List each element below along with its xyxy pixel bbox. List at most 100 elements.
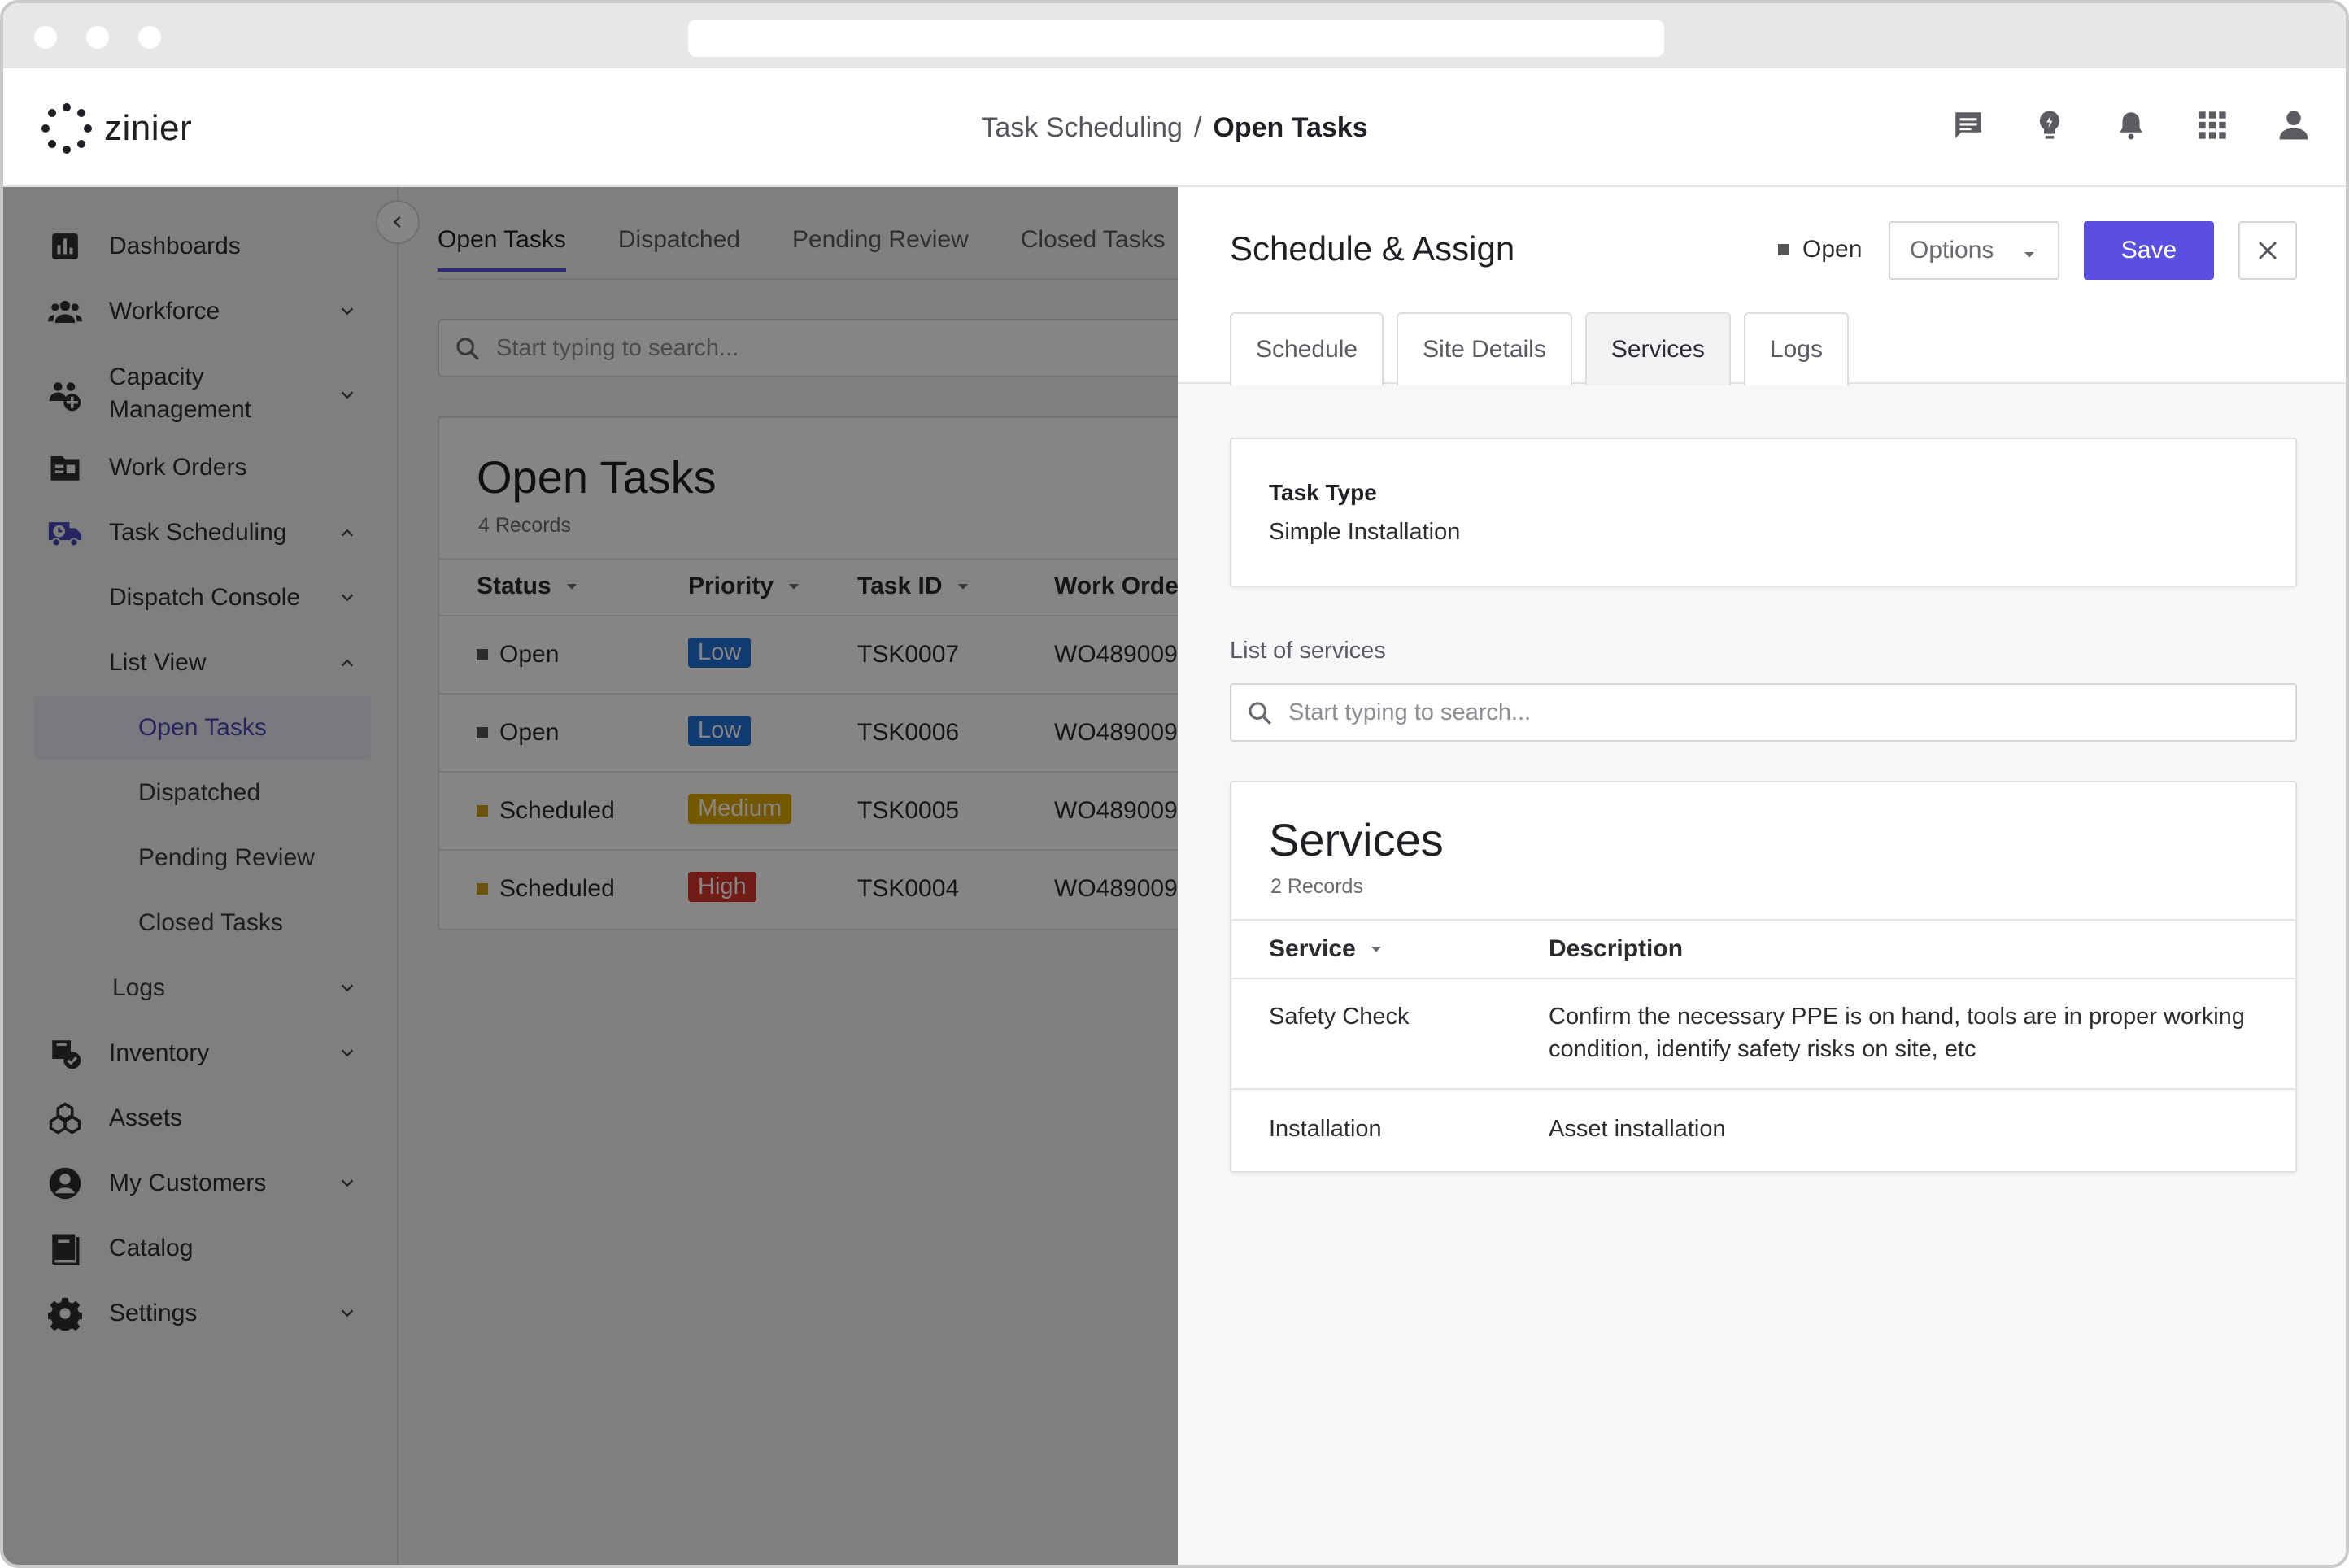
services-table: Services 2 Records Service Description S… (1230, 781, 2297, 1173)
table-row[interactable]: Installation Asset installation (1231, 1090, 2295, 1173)
task-id-cell: TSK0007 (857, 641, 960, 668)
sidebar-item-dispatch-console[interactable]: Dispatch Console (3, 569, 399, 626)
chevron-down-icon (335, 1171, 360, 1196)
sort-caret-icon (1371, 947, 1381, 952)
sidebar-item-label: Task Scheduling (109, 519, 287, 546)
sidebar-item-settings[interactable]: Settings (3, 1285, 399, 1342)
window-minimize-dot[interactable] (86, 26, 109, 49)
main-content: Open Tasks Dispatched Pending Review Clo… (399, 187, 1202, 1565)
task-type-value: Simple Installation (1269, 519, 1461, 545)
book-icon (47, 1230, 83, 1266)
tab-schedule[interactable]: Schedule (1230, 312, 1384, 385)
status-text: Scheduled (499, 875, 615, 902)
search-placeholder: Start typing to search... (496, 335, 739, 361)
chevron-up-icon (335, 651, 360, 675)
column-label: Priority (688, 573, 774, 599)
column-header-description[interactable]: Description (1549, 935, 1683, 963)
sidebar-item-label: Logs (112, 974, 166, 1001)
tab-closed-tasks[interactable]: Closed Tasks (1021, 226, 1166, 272)
task-id-cell: TSK0005 (857, 797, 960, 824)
tab-dispatched[interactable]: Dispatched (618, 226, 740, 272)
apps-grid-icon[interactable] (2193, 106, 2232, 145)
status-text: Open (499, 641, 560, 668)
close-button[interactable] (2238, 221, 2297, 280)
chevron-down-icon (335, 1041, 360, 1065)
column-label: Description (1549, 935, 1684, 962)
column-label: Task ID (857, 573, 943, 599)
task-id-cell: TSK0004 (857, 875, 960, 902)
sidebar-item-assets[interactable]: Assets (3, 1090, 399, 1147)
priority-cell: Medium (688, 794, 792, 824)
tab-services[interactable]: Services (1584, 312, 1731, 385)
lightbulb-icon[interactable] (2030, 106, 2069, 145)
work-order-cell: WO4890092 (1054, 797, 1192, 824)
user-avatar-icon[interactable] (2274, 106, 2313, 145)
tab-open-tasks[interactable]: Open Tasks (438, 226, 566, 272)
tab-pending-review[interactable]: Pending Review (792, 226, 969, 272)
bell-icon[interactable] (2111, 106, 2151, 145)
sidebar-item-workforce[interactable]: Workforce (3, 283, 399, 340)
sidebar-item-label: Workforce (109, 298, 220, 324)
sidebar-collapse-button[interactable] (376, 200, 420, 244)
sidebar-item-dashboards[interactable]: Dashboards (3, 218, 399, 275)
table-row[interactable]: Open Low TSK0007 WO4890094 (439, 616, 1201, 695)
sidebar-item-catalog[interactable]: Catalog (3, 1220, 399, 1277)
column-header-status[interactable]: Status (477, 573, 579, 600)
sidebar: Dashboards Workforce Capacity Management… (3, 187, 399, 1565)
column-header-priority[interactable]: Priority (688, 573, 801, 600)
breadcrumb-item-task-scheduling[interactable]: Task Scheduling (981, 112, 1183, 143)
table-row[interactable]: Scheduled Medium TSK0005 WO4890092 (439, 773, 1201, 851)
column-header-service[interactable]: Service (1269, 935, 1384, 963)
sidebar-item-label: Pending Review (138, 844, 315, 871)
header-actions (1949, 106, 2313, 145)
sidebar-item-work-orders[interactable]: Work Orders (3, 439, 399, 496)
sidebar-item-list-view[interactable]: List View (3, 634, 399, 691)
column-header-work-order[interactable]: Work Orde (1054, 573, 1179, 600)
window-close-dot[interactable] (34, 26, 57, 49)
save-button[interactable]: Save (2084, 221, 2214, 280)
table-row[interactable]: Open Low TSK0006 WO4890093 (439, 695, 1201, 773)
sidebar-item-label: Dispatched (138, 779, 261, 806)
services-search-input[interactable]: Start typing to search... (1230, 683, 2297, 742)
sidebar-item-inventory[interactable]: Inventory (3, 1025, 399, 1082)
sidebar-item-dispatched[interactable]: Dispatched (3, 764, 399, 821)
search-icon (456, 338, 479, 360)
sidebar-item-pending-review[interactable]: Pending Review (3, 830, 399, 886)
gear-icon (47, 1296, 83, 1331)
priority-badge: Low (688, 716, 752, 746)
sidebar-item-label: Assets (109, 1104, 183, 1131)
status-text: Open (1802, 236, 1863, 263)
sidebar-item-label: Inventory (109, 1039, 210, 1066)
tabs-divider (438, 278, 1179, 280)
table-row[interactable]: Safety Check Confirm the necessary PPE i… (1231, 979, 2295, 1090)
search-input[interactable]: Start typing to search... (438, 319, 1202, 377)
table-row[interactable]: Scheduled High TSK0004 WO4890091 (439, 851, 1201, 929)
sidebar-item-capacity-management[interactable]: Capacity Management (3, 359, 399, 431)
service-cell: Safety Check (1269, 1004, 1410, 1030)
url-bar[interactable] (688, 20, 1664, 57)
app-window: zinier Task Scheduling / Open Tasks Dash… (0, 0, 2349, 1568)
task-type-label: Task Type (1269, 480, 1377, 505)
chat-icon[interactable] (1949, 106, 1988, 145)
priority-cell: Low (688, 716, 752, 746)
chevron-down-icon (335, 383, 360, 407)
breadcrumb-separator: / (1193, 112, 1202, 143)
tab-logs[interactable]: Logs (1743, 312, 1849, 385)
sidebar-item-task-scheduling[interactable]: Task Scheduling (3, 504, 399, 561)
capacity-icon (47, 377, 83, 413)
sidebar-item-closed-tasks[interactable]: Closed Tasks (3, 895, 399, 952)
tab-site-details[interactable]: Site Details (1397, 312, 1572, 385)
bar-chart-icon (47, 229, 83, 264)
sidebar-item-logs[interactable]: Logs (3, 960, 399, 1017)
column-header-task-id[interactable]: Task ID (857, 573, 970, 600)
sidebar-item-my-customers[interactable]: My Customers (3, 1155, 399, 1212)
sidebar-item-label: Dashboards (109, 233, 241, 259)
sidebar-item-open-tasks[interactable]: Open Tasks (3, 699, 399, 756)
service-cell: Installation (1269, 1116, 1382, 1142)
sidebar-item-label: Dispatch Console (109, 584, 301, 611)
window-maximize-dot[interactable] (138, 26, 161, 49)
options-dropdown[interactable]: Options (1889, 221, 2059, 280)
description-cell: Asset installation (1549, 1116, 1726, 1142)
chevron-down-icon (335, 976, 360, 1000)
sidebar-item-label: Settings (109, 1300, 198, 1326)
